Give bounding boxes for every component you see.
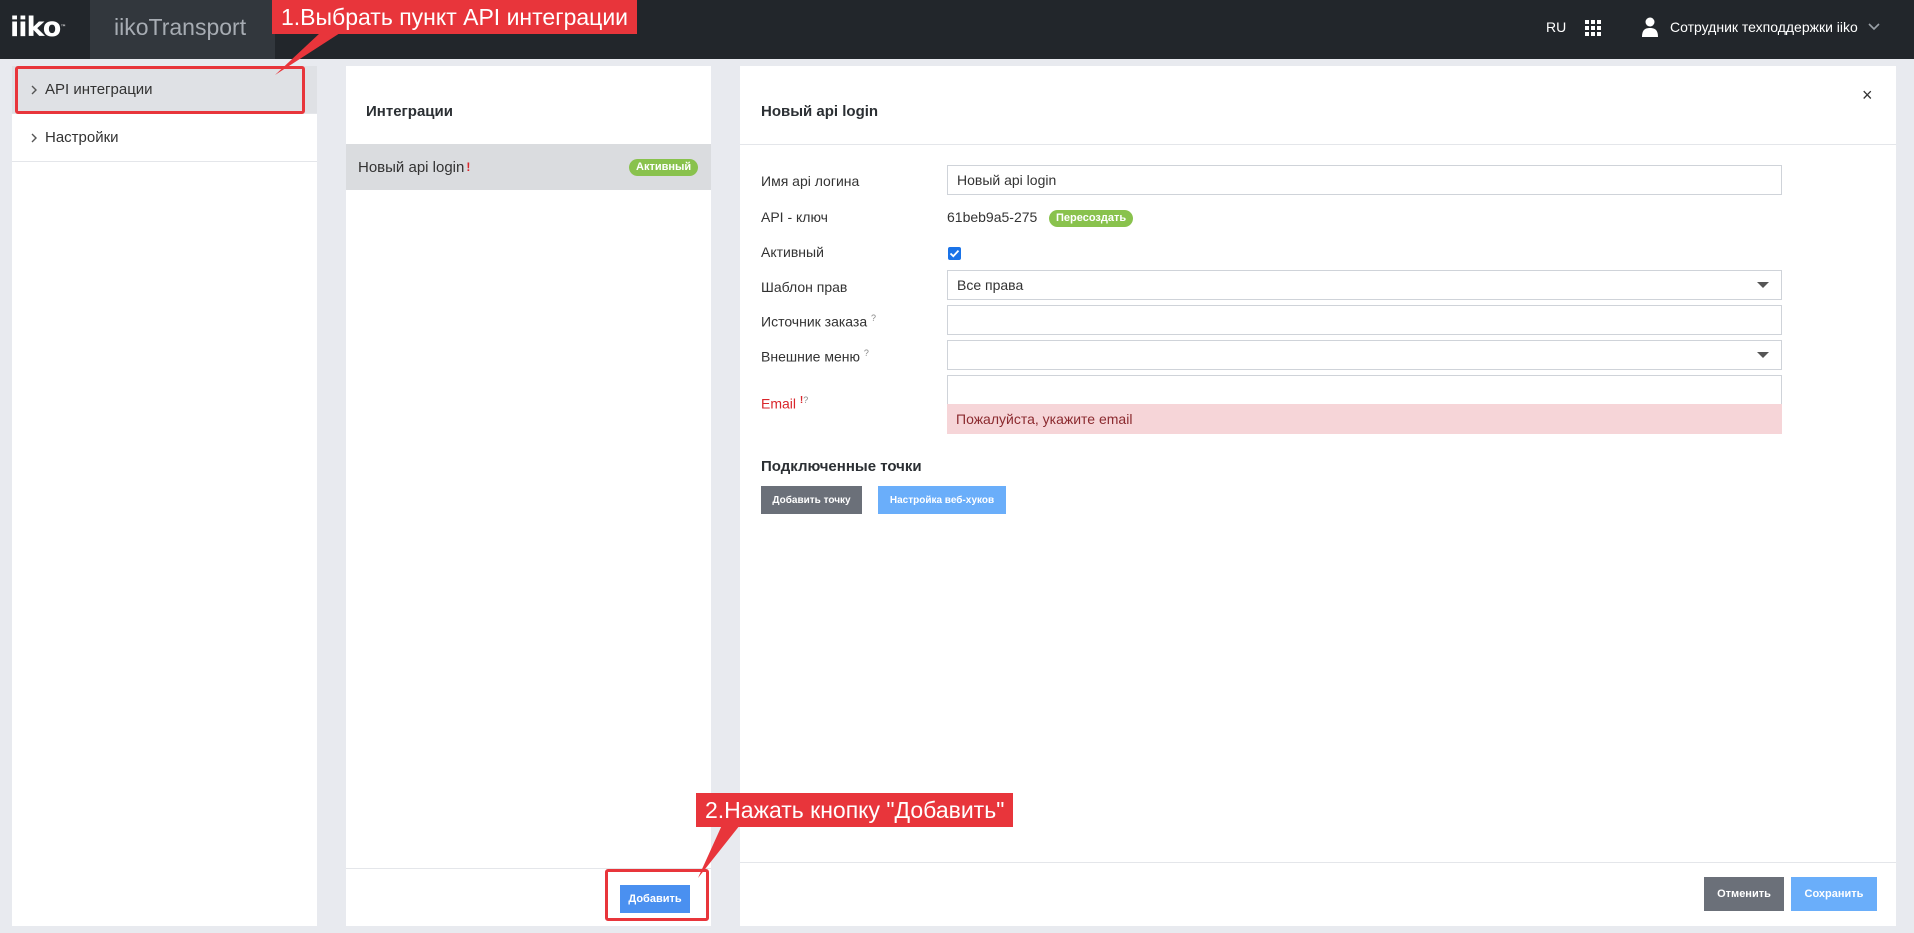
- annotation-step-1: 1.Выбрать пункт API интеграции: [272, 0, 638, 34]
- annotation-frame-sidebar: [15, 66, 305, 114]
- annotation-step-2: 2.Нажать кнопку "Добавить": [696, 793, 1014, 827]
- annotation-frame-add-button: [605, 869, 709, 921]
